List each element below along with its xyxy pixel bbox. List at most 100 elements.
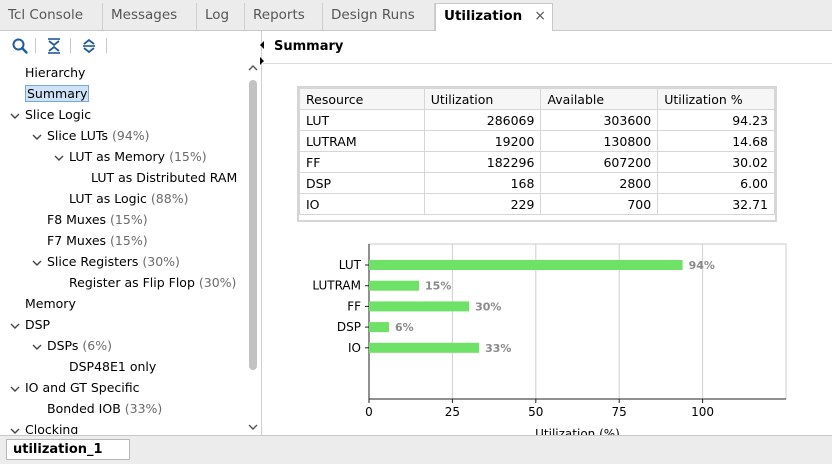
tree-item-f7-muxes[interactable]: F7 Muxes (15%) — [47, 231, 148, 251]
collapse-all-icon[interactable] — [45, 37, 63, 55]
chart-value-label: 30% — [475, 300, 501, 313]
chart-bar — [369, 322, 390, 333]
value-cell: 607200 — [540, 151, 659, 173]
tree-item-lut-as-logic[interactable]: LUT as Logic (88%) — [69, 189, 188, 209]
resource-cell: IO — [299, 193, 425, 215]
tree-item-percent: (15%) — [110, 233, 148, 248]
tab-log[interactable]: Log — [197, 3, 245, 30]
tab-label: Log — [205, 7, 230, 23]
tree-item-lut-as-memory[interactable]: LUT as Memory (15%) — [54, 147, 207, 167]
tree-item-slice-logic[interactable]: Slice Logic — [10, 105, 92, 125]
table-row[interactable]: LUT 286069 303600 94.23 — [299, 109, 775, 131]
tree-item-label: F7 Muxes — [47, 233, 107, 248]
scroll-up-icon[interactable] — [248, 64, 258, 72]
tree-item-clocking[interactable]: Clocking — [10, 420, 78, 434]
tree-item-label: DSP — [25, 317, 51, 332]
chevron-down-icon[interactable] — [32, 132, 42, 142]
tab-tcl-console[interactable]: Tcl Console — [0, 3, 103, 30]
close-icon[interactable]: × — [534, 4, 546, 28]
utilization-chart: LUT 94% LUTRAM 15% FF 30% DSP 6% IO 33% 0 25 50 75 100… — [312, 243, 787, 436]
column-header[interactable]: Utilization — [423, 88, 542, 110]
value-cell: 19200 — [423, 130, 542, 152]
chevron-down-icon[interactable] — [32, 342, 42, 352]
tree-item-label: F8 Muxes — [47, 212, 107, 227]
tree-item-percent: (33%) — [124, 401, 163, 416]
chart-value-label: 33% — [485, 342, 511, 355]
chevron-down-icon[interactable] — [10, 426, 20, 434]
tree-item-dsp48e1-only[interactable]: DSP48E1 only — [69, 357, 156, 377]
value-cell: 286069 — [423, 109, 542, 131]
value-cell: 130800 — [540, 130, 659, 152]
toolbar-divider — [106, 38, 107, 53]
chevron-down-icon[interactable] — [54, 153, 64, 163]
chart-bar — [369, 260, 683, 270]
scrollbar-thumb[interactable] — [249, 80, 257, 370]
tree-item-label: Memory — [25, 296, 76, 311]
tab-label: Utilization — [444, 8, 523, 24]
tree-item-label: Bonded IOB — [47, 401, 121, 416]
tree-item-label: LUT as Distributed RAM — [91, 170, 238, 185]
table-row[interactable]: LUTRAM 19200 130800 14.68 — [299, 130, 775, 152]
tab-label: Messages — [111, 7, 178, 23]
tree-item-percent: (88%) — [150, 191, 189, 206]
summary-panel: Summary Resource Utilization Available U… — [260, 31, 832, 436]
table-row[interactable]: FF 182296 607200 30.02 — [299, 151, 775, 173]
tree-item-memory[interactable]: Memory — [25, 294, 76, 314]
tab-utilization[interactable]: Utilization × — [435, 3, 553, 32]
tree-item-lut-as-distributed-ram[interactable]: LUT as Distributed RAM — [91, 168, 237, 188]
navigation-panel: Hierarchy Summary Slice Logic Slice LUTs (9… — [0, 31, 262, 435]
report-tab-bar: utilization_1 — [0, 435, 832, 464]
expand-all-icon[interactable] — [80, 37, 98, 55]
tree-item-slice-registers[interactable]: Slice Registers (30%) — [32, 252, 180, 272]
table-row[interactable]: DSP 168 2800 6.00 — [299, 172, 775, 194]
chevron-down-icon[interactable] — [10, 111, 20, 121]
column-header[interactable]: Utilization % — [657, 88, 775, 110]
value-cell: 14.68 — [657, 130, 775, 152]
value-cell: 6.00 — [657, 172, 775, 194]
tab-messages[interactable]: Messages — [103, 3, 197, 30]
tree-item-label: Hierarchy — [25, 65, 86, 80]
tree-item-label: IO and GT Specific — [25, 380, 140, 395]
table-header-row: Resource Utilization Available Utilizati… — [299, 88, 775, 110]
value-cell: 94.23 — [657, 109, 775, 131]
chevron-down-icon[interactable] — [10, 384, 20, 394]
tree-item-percent: (30%) — [142, 254, 180, 269]
report-tab-utilization-1[interactable]: utilization_1 — [6, 439, 130, 460]
chart-bar — [369, 342, 480, 353]
tree-item-percent: (94%) — [111, 128, 150, 143]
chart-value-label: 6% — [395, 321, 414, 334]
tree-item-bonded-iob[interactable]: Bonded IOB (33%) — [47, 399, 162, 419]
tree-item-percent: (15%) — [110, 212, 148, 227]
tree-item-label: Slice Logic — [25, 107, 92, 122]
table-row[interactable]: IO 229 700 32.71 — [299, 193, 775, 215]
search-icon[interactable] — [11, 37, 29, 55]
chevron-down-icon[interactable] — [32, 258, 42, 268]
chart-value-label: 15% — [425, 280, 451, 293]
tree-item-percent: (15%) — [169, 149, 207, 164]
tree-item-f8-muxes[interactable]: F8 Muxes (15%) — [47, 210, 148, 230]
tab-bar: Tcl Console Messages Log Reports Design … — [0, 0, 832, 32]
chart-category-label: FF — [347, 299, 361, 313]
resource-cell: DSP — [299, 172, 425, 194]
tree-item-dsp[interactable]: DSP — [10, 315, 51, 335]
value-cell: 168 — [423, 172, 542, 194]
tree-item-label: Slice LUTs — [47, 128, 108, 143]
chart-category-label: DSP — [337, 320, 361, 334]
tab-reports[interactable]: Reports — [245, 3, 323, 30]
tree-item-slice-luts[interactable]: Slice LUTs (94%) — [32, 126, 150, 146]
tree-item-io-and-gt-specific[interactable]: IO and GT Specific — [10, 378, 140, 398]
tree-item-register-as-flip-flop[interactable]: Register as Flip Flop (30%) — [69, 273, 236, 293]
tree-item-hierarchy[interactable]: Hierarchy — [25, 63, 85, 83]
chart-tick-label: 0 — [365, 405, 373, 419]
scroll-down-icon[interactable] — [248, 423, 258, 431]
tree-item-dsps[interactable]: DSPs (6%) — [32, 336, 112, 356]
column-header[interactable]: Available — [540, 88, 659, 110]
chevron-down-icon[interactable] — [10, 321, 20, 331]
tree-item-label: Slice Registers — [47, 254, 139, 269]
chart-tick-label: 75 — [612, 405, 627, 419]
chart-category-label: LUTRAM — [312, 279, 361, 293]
tree-scrollbar[interactable] — [246, 62, 260, 434]
tree-item-summary[interactable]: Summary — [25, 84, 90, 104]
column-header[interactable]: Resource — [299, 88, 425, 110]
tab-design-runs[interactable]: Design Runs — [323, 3, 435, 30]
